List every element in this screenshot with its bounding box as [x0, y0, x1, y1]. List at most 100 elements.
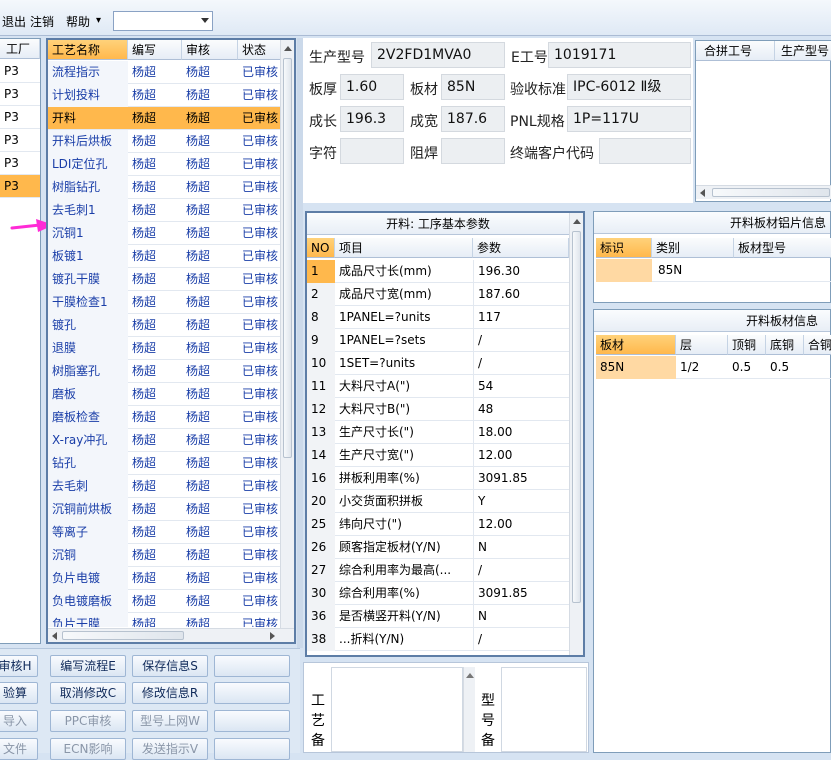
process-vscroll-thumb[interactable]: [283, 58, 292, 458]
scroll-left-icon[interactable]: [700, 189, 705, 197]
process-row[interactable]: 钻孔 杨超 杨超 已审核: [48, 452, 280, 475]
blank-button-1[interactable]: [214, 655, 290, 677]
merge-header-eno[interactable]: 合拼工号: [696, 41, 775, 61]
model-upload-button[interactable]: 型号上网W: [132, 710, 208, 732]
aluminum-header-model[interactable]: 板材型号: [734, 238, 831, 258]
params-row[interactable]: 30 综合利用率(%) 3091.85: [307, 582, 569, 605]
thickness-field[interactable]: 1.60: [340, 74, 404, 100]
process-row[interactable]: 流程指示 杨超 杨超 已审核: [48, 61, 280, 84]
params-row[interactable]: 11 大料尺寸A(") 54: [307, 375, 569, 398]
params-vscrollbar[interactable]: [569, 213, 583, 655]
process-row[interactable]: 退膜 杨超 杨超 已审核: [48, 337, 280, 360]
blank-button-2[interactable]: [214, 682, 290, 704]
params-row[interactable]: 20 小交货面积拼板 Y: [307, 490, 569, 513]
params-row[interactable]: 26 顾客指定板材(Y/N) N: [307, 536, 569, 559]
params-header-item[interactable]: 项目: [335, 238, 473, 258]
process-header-name[interactable]: 工艺名称: [48, 40, 128, 60]
params-row[interactable]: 27 综合利用率为最高(... /: [307, 559, 569, 582]
chevron-down-icon[interactable]: [201, 18, 209, 23]
process-header-reviewer[interactable]: 审核: [182, 40, 238, 60]
process-row[interactable]: 计划投料 杨超 杨超 已审核: [48, 84, 280, 107]
params-row[interactable]: 13 生产尺寸长(") 18.00: [307, 421, 569, 444]
process-row[interactable]: 沉铜前烘板 杨超 杨超 已审核: [48, 498, 280, 521]
merge-hscroll-thumb[interactable]: [712, 188, 830, 197]
params-row[interactable]: 14 生产尺寸宽(") 12.00: [307, 444, 569, 467]
ppc-review-button[interactable]: PPC审核: [50, 710, 126, 732]
process-hscrollbar[interactable]: [48, 628, 294, 642]
params-row[interactable]: 10 1SET=?units /: [307, 352, 569, 375]
board-row[interactable]: 85N 1/2 0.5 0.5: [596, 356, 831, 379]
process-row[interactable]: 镀孔 杨超 杨超 已审核: [48, 314, 280, 337]
file-button[interactable]: 文件: [0, 738, 38, 760]
menu-logout[interactable]: 注销: [30, 13, 54, 30]
import-button[interactable]: 导入: [0, 710, 38, 732]
aluminum-row[interactable]: 85N: [596, 259, 831, 282]
process-row[interactable]: 镀孔干膜 杨超 杨超 已审核: [48, 268, 280, 291]
blank-button-3[interactable]: [214, 710, 290, 732]
menu-exit[interactable]: 退出: [2, 13, 26, 30]
factory-row[interactable]: P3: [0, 152, 40, 175]
params-row[interactable]: 16 拼板利用率(%) 3091.85: [307, 467, 569, 490]
params-header-value[interactable]: 参数: [473, 238, 569, 258]
calc-button[interactable]: 验算: [0, 682, 38, 704]
factory-row[interactable]: P3: [0, 83, 40, 106]
board-header-top[interactable]: 顶铜: [728, 335, 766, 355]
board-header-layer[interactable]: 层: [676, 335, 728, 355]
modify-info-button[interactable]: 修改信息R: [132, 682, 208, 704]
factory-header[interactable]: 工厂: [0, 39, 40, 59]
process-row[interactable]: 树脂塞孔 杨超 杨超 已审核: [48, 360, 280, 383]
solder-field[interactable]: [441, 138, 505, 164]
material-field[interactable]: 85N: [441, 74, 505, 100]
eno-field[interactable]: 1019171: [548, 42, 691, 68]
scroll-up-icon[interactable]: [573, 219, 581, 224]
process-row[interactable]: 开料后烘板 杨超 杨超 已审核: [48, 130, 280, 153]
params-row[interactable]: 2 成品尺寸宽(mm) 187.60: [307, 283, 569, 306]
process-vscrollbar[interactable]: [280, 40, 294, 628]
merge-hscrollbar[interactable]: [696, 185, 831, 199]
pnl-field[interactable]: 1P=117U: [567, 106, 691, 132]
factory-row[interactable]: P3: [0, 175, 40, 198]
params-row[interactable]: 36 是否横竖开料(Y/N) N: [307, 605, 569, 628]
factory-row[interactable]: P3: [0, 129, 40, 152]
factory-row[interactable]: P3: [0, 106, 40, 129]
params-row[interactable]: 25 纬向尺寸(") 12.00: [307, 513, 569, 536]
width-field[interactable]: 187.6: [441, 106, 505, 132]
ecn-effect-button[interactable]: ECN影响: [50, 738, 126, 760]
process-header-writer[interactable]: 编写: [128, 40, 182, 60]
params-row[interactable]: 9 1PANEL=?sets /: [307, 329, 569, 352]
scroll-left-icon[interactable]: [52, 632, 57, 640]
process-row[interactable]: 磨板 杨超 杨超 已审核: [48, 383, 280, 406]
save-info-button[interactable]: 保存信息S: [132, 655, 208, 677]
process-row[interactable]: 去毛刺1 杨超 杨超 已审核: [48, 199, 280, 222]
scroll-up-icon[interactable]: [284, 46, 292, 51]
process-row[interactable]: 去毛刺 杨超 杨超 已审核: [48, 475, 280, 498]
params-header-no[interactable]: NO: [307, 238, 335, 258]
aluminum-header-id[interactable]: 标识: [596, 238, 652, 258]
scroll-right-icon[interactable]: [270, 632, 275, 640]
process-row[interactable]: 等离子 杨超 杨超 已审核: [48, 521, 280, 544]
process-row[interactable]: 负片电镀 杨超 杨超 已审核: [48, 567, 280, 590]
process-row[interactable]: 干膜检查1 杨超 杨超 已审核: [48, 291, 280, 314]
params-row[interactable]: 38 ...折料(Y/N) /: [307, 628, 569, 651]
model-field[interactable]: 2V2FD1MVA0: [371, 42, 505, 68]
params-row[interactable]: 8 1PANEL=?units 117: [307, 306, 569, 329]
help-dropdown-icon[interactable]: ▾: [96, 15, 101, 26]
aluminum-header-category[interactable]: 类别: [652, 238, 734, 258]
process-row[interactable]: X-ray冲孔 杨超 杨超 已审核: [48, 429, 280, 452]
process-note-scrollbar[interactable]: [463, 667, 475, 752]
blank-button-4[interactable]: [214, 738, 290, 760]
menu-help[interactable]: 帮助: [66, 13, 90, 30]
board-header-bottom[interactable]: 底铜: [766, 335, 804, 355]
length-field[interactable]: 196.3: [340, 106, 404, 132]
process-row[interactable]: 开料 杨超 杨超 已审核: [48, 107, 280, 130]
top-combo-box[interactable]: [113, 11, 213, 31]
params-row[interactable]: 12 大料尺寸B(") 48: [307, 398, 569, 421]
board-header-material[interactable]: 板材: [596, 335, 676, 355]
process-row[interactable]: 板镀1 杨超 杨超 已审核: [48, 245, 280, 268]
process-row[interactable]: 沉铜1 杨超 杨超 已审核: [48, 222, 280, 245]
params-vscroll-thumb[interactable]: [572, 231, 581, 603]
process-row[interactable]: 负片干膜 杨超 杨超 已审核: [48, 613, 280, 627]
send-instruction-button[interactable]: 发送指示V: [132, 738, 208, 760]
review-button[interactable]: 审核H: [0, 655, 38, 677]
edit-flow-button[interactable]: 编写流程E: [50, 655, 126, 677]
